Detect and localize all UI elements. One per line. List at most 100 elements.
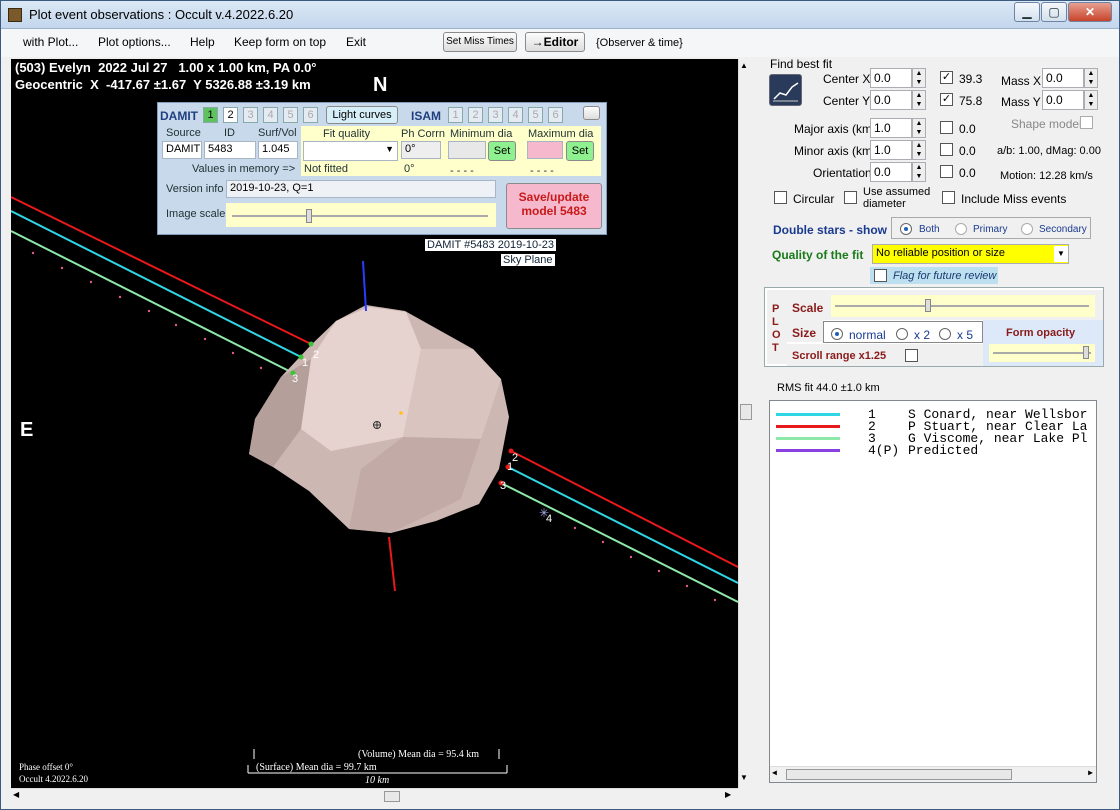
- minor-axis-label: Minor axis (km): [794, 144, 877, 158]
- legend-line-icon: [776, 437, 840, 441]
- observer-legend[interactable]: 1S Conard, near Wellsbor 2P Stuart, near…: [769, 400, 1097, 783]
- damit-model-6[interactable]: 6: [303, 107, 318, 123]
- quality-dropdown-icon[interactable]: ▼: [1054, 246, 1068, 262]
- plot-letter-l: L: [772, 316, 779, 328]
- set-miss-times-button[interactable]: Set Miss Times: [443, 32, 517, 52]
- both-radio[interactable]: [900, 223, 912, 235]
- menu-exit[interactable]: Exit: [346, 35, 366, 49]
- center-y-checkbox[interactable]: ✓: [940, 93, 953, 106]
- plot-horizontal-scrollbar[interactable]: ◀ ▶: [11, 788, 738, 804]
- mass-x-spinner[interactable]: ▲ ▼: [1084, 68, 1098, 88]
- center-x-spinner[interactable]: ▲ ▼: [912, 68, 926, 88]
- menu-with-plot[interactable]: with Plot...: [23, 35, 78, 49]
- find-best-fit-button[interactable]: [769, 74, 802, 106]
- center-y-spinner[interactable]: ▲ ▼: [912, 90, 926, 110]
- damit-model-2[interactable]: 2: [223, 107, 238, 123]
- size-x5-radio[interactable]: [939, 328, 951, 340]
- mass-x-input[interactable]: 0.0: [1042, 68, 1084, 88]
- legend-row-4[interactable]: 4(P) Predicted: [776, 443, 978, 458]
- maximize-button[interactable]: ▢: [1041, 2, 1067, 22]
- scale-label: 10 km: [365, 775, 390, 786]
- major-axis-spinner[interactable]: ▲ ▼: [912, 118, 926, 138]
- panel-collapse-button[interactable]: [583, 106, 600, 120]
- isam-model-3[interactable]: 3: [488, 107, 503, 123]
- east-label: E: [20, 419, 34, 441]
- damit-panel: DAMIT 1 2 3 4 5 6 Light curves ISAM 1 2 …: [157, 102, 607, 235]
- plot-letter-p: P: [772, 303, 780, 315]
- major-axis-input[interactable]: 1.0: [870, 118, 912, 138]
- mass-y-spinner[interactable]: ▲ ▼: [1084, 90, 1098, 110]
- both-label: Both: [919, 224, 940, 235]
- form-opacity-slider[interactable]: [989, 344, 1095, 362]
- fit-quality-select[interactable]: ▼: [303, 141, 398, 161]
- chart-icon: [773, 82, 799, 102]
- isam-model-2[interactable]: 2: [468, 107, 483, 123]
- orientation-spinner[interactable]: ▲ ▼: [912, 162, 926, 182]
- plot-vertical-scrollbar[interactable]: ▲ ▼: [738, 59, 754, 788]
- damit-model-5[interactable]: 5: [283, 107, 298, 123]
- scroll-range-checkbox[interactable]: [905, 349, 918, 362]
- light-curves-button[interactable]: Light curves: [326, 106, 398, 124]
- image-scale-label: Image scale: [166, 208, 226, 220]
- minor-axis-check-value: 0.0: [959, 144, 976, 158]
- menu-keep-on-top[interactable]: Keep form on top: [234, 35, 326, 49]
- find-best-fit-label: Find best fit: [770, 57, 833, 71]
- mass-center-dot: [399, 411, 403, 415]
- isam-model-4[interactable]: 4: [508, 107, 523, 123]
- chord-label-1-left: 1: [302, 357, 309, 369]
- include-miss-checkbox[interactable]: [942, 191, 955, 204]
- editor-button[interactable]: →Editor: [525, 32, 585, 52]
- chord-label-2-right: 2: [512, 452, 519, 464]
- center-y-input[interactable]: 0.0: [870, 90, 912, 110]
- ab-dmag-label: a/b: 1.00, dMag: 0.00: [997, 145, 1101, 157]
- surf-vol-header: Surf/Vol: [258, 127, 297, 139]
- surf-vol-field: 1.045: [258, 141, 298, 159]
- circular-checkbox[interactable]: [774, 191, 787, 204]
- title-bar[interactable]: Plot event observations : Occult v.4.202…: [1, 1, 1119, 29]
- mass-y-input[interactable]: 0.0: [1042, 90, 1084, 110]
- minimize-button[interactable]: ▁: [1014, 2, 1040, 22]
- plot-canvas[interactable]: ✳ (503) Evelyn 2022 Jul 27 1.00 x 1.00 k…: [11, 59, 738, 788]
- size-normal-radio[interactable]: [831, 328, 843, 340]
- chord-label-3-right: 3: [500, 480, 507, 492]
- major-axis-checkbox[interactable]: [940, 121, 953, 134]
- quality-select[interactable]: No reliable position or size: [872, 244, 1069, 264]
- scale-slider[interactable]: [831, 295, 1095, 317]
- primary-radio[interactable]: [955, 223, 967, 235]
- damit-model-3[interactable]: 3: [243, 107, 258, 123]
- isam-model-1[interactable]: 1: [448, 107, 463, 123]
- plot-header-line2: Geocentric X -417.67 ±1.67 Y 5326.88 ±3.…: [15, 77, 311, 92]
- save-update-model-button[interactable]: Save/update model 5483: [506, 183, 602, 229]
- min-dia-set-button[interactable]: Set: [488, 141, 516, 161]
- isam-model-6[interactable]: 6: [548, 107, 563, 123]
- legend-horizontal-scrollbar[interactable]: ◀ ▶: [770, 766, 1096, 782]
- sky-plane-label: Sky Plane: [501, 254, 555, 266]
- isam-model-5[interactable]: 5: [528, 107, 543, 123]
- damit-model-1[interactable]: 1: [203, 107, 218, 123]
- center-x-input[interactable]: 0.0: [870, 68, 912, 88]
- use-assumed-checkbox[interactable]: [844, 191, 857, 204]
- max-dia-set-button[interactable]: Set: [566, 141, 594, 161]
- close-button[interactable]: ✕: [1068, 2, 1112, 22]
- plot-letter-t: T: [772, 342, 779, 354]
- center-x-checkbox[interactable]: ✓: [940, 71, 953, 84]
- source-field: DAMIT: [162, 141, 202, 159]
- minor-axis-input[interactable]: 1.0: [870, 140, 912, 160]
- pole-axis-south: [388, 536, 396, 592]
- app-icon: [8, 8, 22, 22]
- size-x5-label: x 5: [957, 328, 974, 342]
- minor-axis-checkbox[interactable]: [940, 143, 953, 156]
- flag-review-checkbox[interactable]: [874, 269, 887, 282]
- damit-model-4[interactable]: 4: [263, 107, 278, 123]
- secondary-radio[interactable]: [1021, 223, 1033, 235]
- minor-axis-spinner[interactable]: ▲ ▼: [912, 140, 926, 160]
- menu-help[interactable]: Help: [190, 35, 215, 49]
- menu-plot-options[interactable]: Plot options...: [98, 35, 171, 49]
- image-scale-slider[interactable]: [226, 203, 496, 227]
- shape-model-checkbox[interactable]: [1080, 116, 1093, 129]
- source-header: Source: [166, 127, 201, 139]
- orientation-checkbox[interactable]: [940, 165, 953, 178]
- isam-label: ISAM: [411, 109, 441, 123]
- size-x2-radio[interactable]: [896, 328, 908, 340]
- orientation-input[interactable]: 0.0: [870, 162, 912, 182]
